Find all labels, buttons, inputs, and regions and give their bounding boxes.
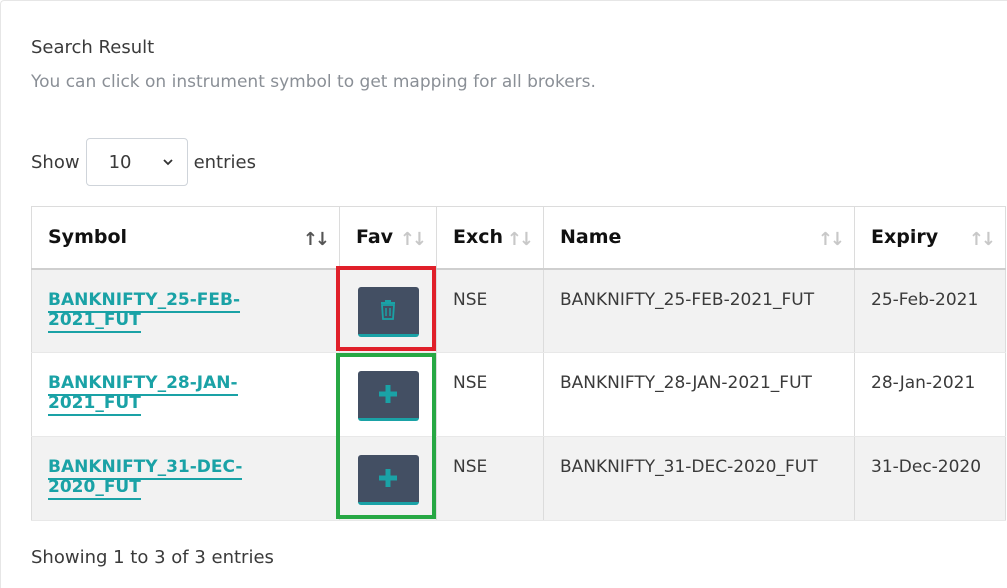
sort-arrows-icon: ↑↓ (506, 229, 534, 250)
remove-favorite-button[interactable] (357, 286, 419, 337)
table-row: BANKNIFTY_25-FEB-2021_FUT NSE BANKNIFTY_… (31, 268, 1006, 353)
symbol-link[interactable]: BANKNIFTY_25-FEB-2021_FUT (48, 289, 241, 333)
length-prefix-label: Show (31, 151, 80, 173)
expiry-cell: 31-Dec-2020 (854, 436, 1006, 521)
name-cell: BANKNIFTY_25-FEB-2021_FUT (543, 268, 855, 353)
chevron-down-icon (162, 159, 173, 166)
fav-cell (339, 352, 437, 437)
entries-per-page-value: 10 (108, 151, 132, 173)
table-row: BANKNIFTY_28-JAN-2021_FUT NSE BANKNIFTY_… (31, 352, 1006, 437)
page-title: Search Result (31, 37, 155, 58)
exch-cell: NSE (436, 352, 544, 437)
exch-cell: NSE (436, 268, 544, 353)
column-header-label: Symbol (48, 226, 128, 249)
column-header-label: Exch (453, 226, 504, 249)
add-favorite-button[interactable] (357, 454, 419, 505)
entries-per-page-select[interactable]: 10 (85, 138, 188, 186)
plus-icon (379, 385, 397, 403)
column-header-label: Name (560, 226, 622, 249)
table-info-text: Showing 1 to 3 of 3 entries (31, 547, 274, 568)
symbol-cell: BANKNIFTY_25-FEB-2021_FUT (31, 268, 340, 353)
column-header-name[interactable]: Name ↑↓ (543, 206, 855, 270)
name-cell: BANKNIFTY_28-JAN-2021_FUT (543, 352, 855, 437)
search-result-table: Symbol ↑↓ Fav ↑↓ Exch ↑↓ Name ↑↓ Expiry (31, 206, 1006, 521)
add-favorite-button[interactable] (357, 370, 419, 421)
name-cell: BANKNIFTY_31-DEC-2020_FUT (543, 436, 855, 521)
entries-length-control: Show 10 entries (31, 138, 256, 186)
sort-arrows-icon: ↑↓ (302, 229, 330, 250)
column-header-exch[interactable]: Exch ↑↓ (436, 206, 544, 270)
column-header-label: Fav (356, 226, 394, 249)
length-suffix-label: entries (193, 151, 256, 173)
column-header-expiry[interactable]: Expiry ↑↓ (854, 206, 1006, 270)
fav-cell (339, 268, 437, 353)
sort-arrows-icon: ↑↓ (399, 229, 427, 250)
column-header-symbol[interactable]: Symbol ↑↓ (31, 206, 340, 270)
symbol-link[interactable]: BANKNIFTY_31-DEC-2020_FUT (48, 457, 243, 500)
column-header-fav[interactable]: Fav ↑↓ (339, 206, 437, 270)
plus-icon (379, 469, 397, 487)
search-result-card: Search Result You can click on instrumen… (0, 0, 1007, 588)
exch-cell: NSE (436, 436, 544, 521)
trash-icon (381, 300, 395, 321)
expiry-cell: 28-Jan-2021 (854, 352, 1006, 437)
symbol-cell: BANKNIFTY_31-DEC-2020_FUT (31, 436, 340, 521)
table-row: BANKNIFTY_31-DEC-2020_FUT NSE BANKNIFTY_… (31, 436, 1006, 521)
page-subtitle: You can click on instrument symbol to ge… (31, 72, 596, 92)
sort-arrows-icon: ↑↓ (968, 229, 996, 250)
symbol-cell: BANKNIFTY_28-JAN-2021_FUT (31, 352, 340, 437)
column-header-label: Expiry (871, 226, 939, 249)
table-header-row: Symbol ↑↓ Fav ↑↓ Exch ↑↓ Name ↑↓ Expiry (31, 206, 1006, 270)
symbol-link[interactable]: BANKNIFTY_28-JAN-2021_FUT (48, 373, 238, 416)
fav-cell (339, 436, 437, 521)
sort-arrows-icon: ↑↓ (817, 229, 845, 250)
expiry-cell: 25-Feb-2021 (854, 268, 1006, 353)
